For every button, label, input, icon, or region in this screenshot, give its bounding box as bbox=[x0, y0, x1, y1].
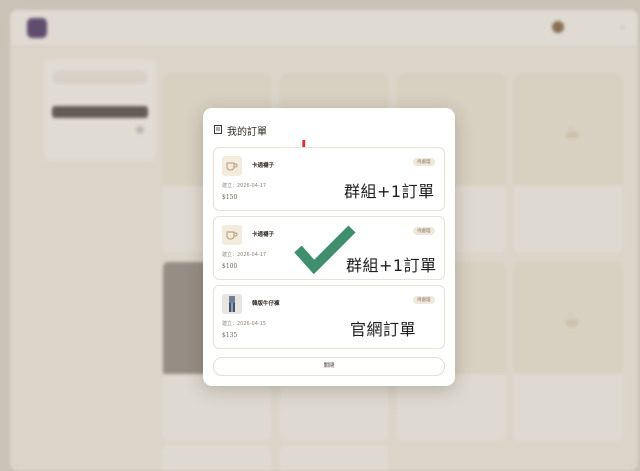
my-orders-modal: 我的訂單 L 卡通襪子 待處理 建立：2026-04-17 $150 群組+1訂… bbox=[203, 108, 455, 386]
status-badge: 待處理 bbox=[413, 158, 435, 166]
order-date: 建立：2026-04-17 bbox=[222, 183, 267, 189]
order-annotation: 群組+1訂單 bbox=[344, 182, 435, 201]
order-card[interactable]: 韓版牛仔褲 待處理 建立：2026-04-15 $135 官網訂單 bbox=[213, 285, 445, 349]
order-price: $150 bbox=[222, 194, 238, 201]
close-button[interactable]: 關閉 bbox=[213, 357, 445, 376]
cup-icon bbox=[222, 225, 242, 245]
product-photo bbox=[222, 294, 242, 314]
checkmark-icon bbox=[294, 225, 356, 275]
status-badge: 待處理 bbox=[413, 296, 435, 304]
order-annotation: 群組+1訂單 bbox=[346, 256, 437, 275]
order-name: 卡通襪子 bbox=[252, 163, 275, 169]
status-badge: 待處理 bbox=[413, 227, 435, 235]
cup-icon bbox=[222, 156, 242, 176]
order-price: $135 bbox=[222, 332, 238, 339]
document-icon bbox=[214, 125, 222, 134]
order-date: 建立：2026-04-17 bbox=[222, 252, 267, 258]
order-annotation: 官網訂單 bbox=[350, 320, 417, 339]
modal-title: 我的訂單 bbox=[227, 127, 267, 138]
order-name: 卡通襪子 bbox=[252, 232, 275, 238]
order-date: 建立：2026-04-15 bbox=[222, 321, 267, 327]
order-name: 韓版牛仔褲 bbox=[252, 301, 280, 307]
order-card[interactable]: 卡通襪子 待處理 建立：2026-04-17 $150 群組+1訂單 bbox=[213, 147, 445, 211]
order-price: $100 bbox=[222, 263, 238, 270]
